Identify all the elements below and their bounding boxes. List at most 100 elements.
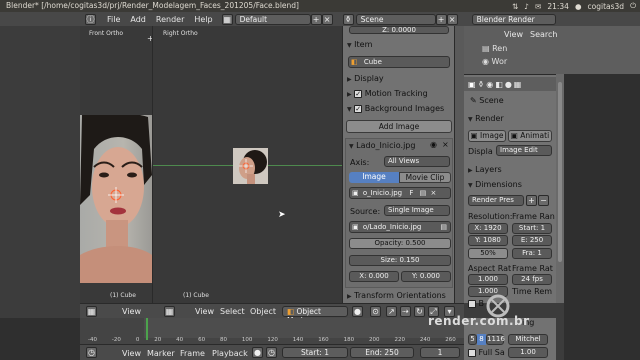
offset-y-field[interactable]: Y: 0.000 — [401, 271, 451, 282]
render-engine-select[interactable]: Blender Render — [471, 13, 556, 25]
layout-add-icon[interactable]: + — [310, 13, 322, 25]
timeline-region[interactable]: -40 -20 0 20 40 60 80 100 120 140 160 18… — [80, 318, 464, 344]
bg-image-header[interactable]: ▼ Lado_Inicio.jpg — [349, 141, 415, 150]
unlink-icon[interactable]: × — [430, 189, 436, 197]
rotate-icon[interactable]: ↻ — [414, 306, 425, 317]
editor-type-icon[interactable]: ▦ — [86, 306, 97, 317]
layout-select[interactable]: Default — [234, 13, 311, 25]
properties-scrollbar[interactable] — [556, 74, 564, 303]
source-select[interactable]: Single Image — [384, 205, 450, 216]
full-sample-option[interactable]: Full Sa — [468, 348, 505, 357]
browse-icon[interactable]: ▤ — [440, 222, 447, 232]
start-frame-field[interactable]: Start: 1 — [282, 347, 348, 358]
fps-select[interactable]: 24 fps — [512, 274, 552, 285]
tab-movie-clip[interactable]: Movie Clip — [399, 172, 451, 183]
fake-user-toggle[interactable]: F — [409, 189, 413, 197]
playback-menu[interactable]: Playback — [212, 349, 248, 358]
user-icon[interactable]: ● — [575, 2, 582, 11]
end-frame-field[interactable]: End: 250 — [350, 347, 414, 358]
material-context-icon[interactable]: ● — [505, 80, 512, 89]
menu-add[interactable]: Add — [125, 15, 151, 24]
manipulator-icon[interactable]: ↗ — [386, 306, 397, 317]
scrollbar-thumb[interactable] — [558, 82, 562, 262]
background-images-checkbox[interactable]: ✓ — [354, 104, 363, 113]
image-datablock-field[interactable]: ▣ o_Inicio.jpg F ▤ × — [349, 187, 451, 199]
sample-5-toggle[interactable]: 5 — [468, 334, 477, 345]
size-field[interactable]: Size: 0.150 — [349, 255, 451, 266]
outliner-view-menu[interactable]: View — [504, 30, 523, 39]
aspect-x-field[interactable]: 1.000 — [468, 274, 508, 285]
translate-icon[interactable]: ⇢ — [400, 306, 411, 317]
front-ortho-viewport[interactable]: Front Ortho + (1) Cube — [80, 26, 154, 303]
frame-menu[interactable]: Frame — [180, 349, 205, 358]
filepath-field[interactable]: ▣ o/Lado_Inicio.jpg ▤ — [349, 221, 451, 233]
editor-type-icon[interactable]: ▦ — [164, 306, 175, 317]
power-icon[interactable]: ⏻ — [630, 1, 636, 11]
object-context-icon[interactable]: ◧ — [495, 80, 503, 89]
eye-icon[interactable]: ◉ — [430, 140, 437, 149]
display-select[interactable]: Image Edit — [496, 145, 552, 156]
scene-select[interactable]: Scene — [355, 13, 436, 25]
sample-8-toggle[interactable]: 8 — [477, 334, 486, 345]
menu-file[interactable]: File — [102, 15, 125, 24]
background-images-header[interactable]: ▼ ✓ Background Images — [347, 104, 444, 113]
select-menu[interactable]: Select — [220, 307, 245, 316]
scene-add-icon[interactable]: + — [435, 13, 447, 25]
preset-add-icon[interactable]: + — [526, 195, 537, 206]
menu-render[interactable]: Render — [151, 15, 189, 24]
timeline-view-menu[interactable]: View — [122, 349, 141, 358]
scene-close-icon[interactable]: × — [446, 13, 458, 25]
layout-close-icon[interactable]: × — [321, 13, 333, 25]
viewport-shading-icon[interactable]: ● — [352, 306, 363, 317]
pivot-icon[interactable]: ⊙ — [370, 306, 381, 317]
view-menu[interactable]: View — [195, 307, 214, 316]
scene-context-icon[interactable]: ⚱ — [478, 80, 485, 89]
preset-remove-icon[interactable]: − — [538, 195, 549, 206]
marker-menu[interactable]: Marker — [147, 349, 175, 358]
render-panel-header[interactable]: ▼ Render — [468, 114, 504, 123]
region-divider[interactable] — [454, 26, 464, 303]
frame-start-field[interactable]: Start: 1 — [512, 223, 552, 234]
resolution-y-field[interactable]: Y: 1080 — [468, 235, 508, 246]
folder-icon[interactable]: ▤ — [420, 189, 427, 197]
network-icon[interactable]: ⇅ — [512, 2, 518, 11]
editor-type-icon[interactable]: ⓘ — [85, 13, 96, 25]
clock[interactable]: 21:34 — [547, 2, 569, 11]
add-image-button[interactable]: Add Image — [346, 120, 452, 133]
resolution-x-field[interactable]: X: 1920 — [468, 223, 508, 234]
motion-tracking-checkbox[interactable]: ✓ — [354, 89, 363, 98]
render-context-icon[interactable]: ▣ — [468, 80, 476, 89]
mail-icon[interactable]: ✉ — [535, 2, 541, 11]
texture-context-icon[interactable]: ▦ — [514, 80, 522, 89]
filter-select[interactable]: Mitchel — [508, 334, 548, 345]
right-ortho-viewport[interactable]: Right Ortho ➤ (1) Cube — [152, 26, 343, 303]
outliner-item-render[interactable]: ▤ Ren — [482, 44, 507, 53]
volume-icon[interactable]: ♪ — [524, 2, 529, 11]
menu-help[interactable]: Help — [189, 15, 217, 24]
tab-image[interactable]: Image — [349, 172, 399, 183]
object-menu[interactable]: Object — [250, 307, 276, 316]
axis-select[interactable]: All Views — [384, 156, 450, 167]
layers-panel-header[interactable]: ▶ Layers — [468, 165, 502, 174]
render-animation-button[interactable]: ▣ Animati — [508, 130, 552, 142]
sample-11-16-toggle[interactable]: 1116 — [486, 334, 505, 345]
opacity-slider[interactable]: Opacity: 0.500 — [349, 238, 451, 249]
timeline-editor-icon[interactable]: ◷ — [86, 347, 97, 358]
current-frame-field[interactable]: 1 — [420, 347, 460, 358]
layout-icon[interactable]: ▦ — [221, 13, 233, 25]
user-name[interactable]: cogitas3d — [588, 2, 625, 11]
left-view-menu[interactable]: View — [122, 307, 141, 316]
object-name-field[interactable]: ◧ Cube — [348, 56, 450, 68]
full-sample-checkbox[interactable] — [468, 348, 476, 357]
frame-step-field[interactable]: Fra: 1 — [512, 248, 552, 259]
location-z-field[interactable]: Z: 0.0000 — [349, 26, 449, 34]
remove-icon[interactable]: × — [442, 140, 449, 149]
mode-select[interactable]: ◧ Object Mode — [282, 306, 348, 325]
resolution-percent-slider[interactable]: 50% — [468, 248, 508, 259]
offset-x-field[interactable]: X: 0.000 — [349, 271, 399, 282]
render-presets-select[interactable]: Render Pres — [468, 195, 524, 206]
dimensions-panel-header[interactable]: ▼ Dimensions — [468, 180, 522, 189]
record-icon[interactable]: ● — [252, 347, 263, 358]
scene-icon[interactable]: ⚱ — [342, 13, 354, 25]
motion-tracking-header[interactable]: ▶ ✓ Motion Tracking — [347, 89, 428, 98]
